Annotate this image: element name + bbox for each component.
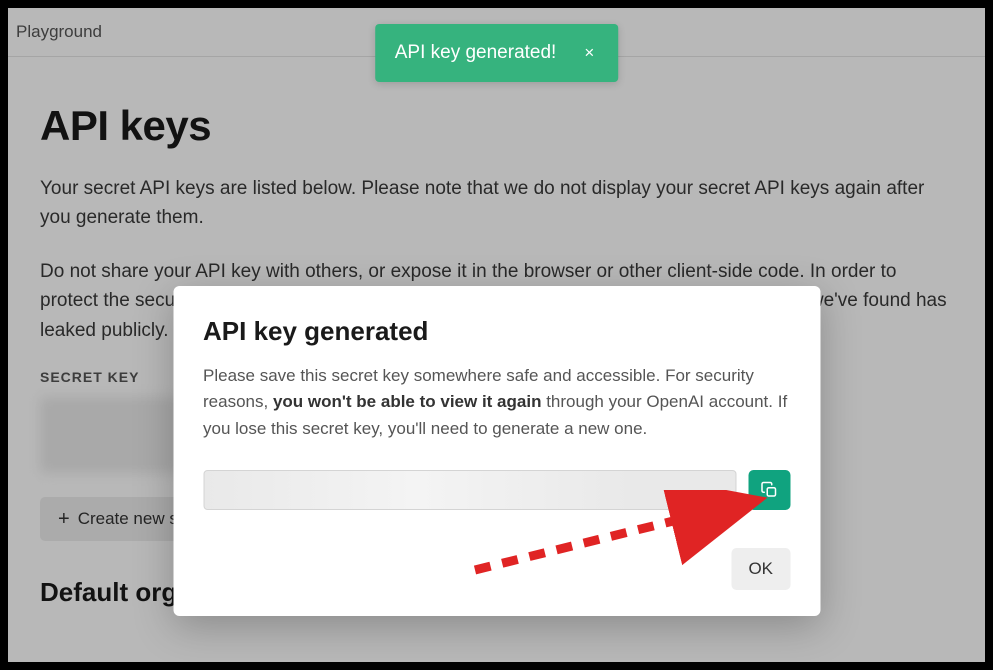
modal-description: Please save this secret key somewhere sa… (203, 363, 790, 442)
toast-message: API key generated! (395, 42, 557, 64)
modal-title: API key generated (203, 316, 790, 347)
close-icon[interactable]: × (580, 43, 598, 63)
toast-notification: API key generated! × (375, 24, 619, 82)
copy-key-button[interactable] (748, 470, 790, 510)
ok-button[interactable]: OK (731, 548, 790, 590)
api-key-field[interactable] (203, 470, 736, 510)
copy-icon (760, 481, 778, 499)
api-key-modal: API key generated Please save this secre… (173, 286, 820, 616)
modal-desc-strong: you won't be able to view it again (273, 392, 542, 411)
